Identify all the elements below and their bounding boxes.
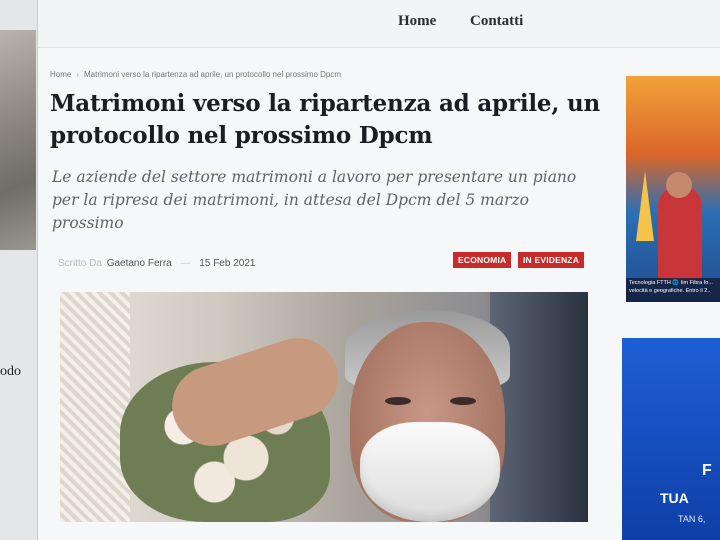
top-navigation: Home Contatti [38, 0, 720, 48]
background-window: odo [0, 0, 38, 540]
background-window-image [0, 30, 36, 250]
ad2-text-3: TAN 6, [678, 514, 706, 524]
sidebar-ad-blue[interactable]: F TUA TAN 6, [622, 338, 720, 540]
article-title: Matrimoni verso la ripartenza ad aprile,… [50, 90, 601, 149]
article-subtitle: Le aziende del settore matrimoni a lavor… [52, 168, 577, 232]
meta-separator: — [180, 258, 191, 269]
face-mask-graphic [360, 422, 500, 522]
screen: odo Home Contatti Home › Matrimoni verso l… [0, 0, 720, 540]
article-meta: Scritto Da Gaetano Ferra — 15 Feb 2021 [58, 258, 255, 269]
nav-home-link[interactable]: Home [398, 13, 436, 30]
breadcrumb-home[interactable]: Home [50, 70, 71, 79]
breadcrumb-current: Matrimoni verso la ripartenza ad aprile,… [84, 70, 342, 79]
author-link[interactable]: Gaetano Ferra [107, 258, 172, 269]
background-window-text: odo [0, 364, 21, 379]
publish-date: 15 Feb 2021 [199, 258, 256, 269]
breadcrumb: Home › Matrimoni verso la ripartenza ad ap… [50, 70, 341, 79]
article-page: Home Contatti Home › Matrimoni verso la ri… [38, 0, 720, 540]
tag-economia[interactable]: ECONOMIA [453, 252, 512, 268]
ad2-text-2: TUA [660, 490, 689, 506]
nav-contatti-link[interactable]: Contatti [470, 13, 523, 30]
tag-in-evidenza[interactable]: IN EVIDENZA [518, 252, 585, 268]
ad-caption: Tecnologia FTTH 🌐 tim Fibra fo... veloci… [626, 278, 720, 302]
byline-prefix: Scritto Da [58, 258, 102, 269]
sidebar-ad-tim[interactable]: Tecnologia FTTH 🌐 tim Fibra fo... veloci… [626, 76, 720, 302]
hero-image [60, 292, 588, 522]
breadcrumb-separator: › [76, 70, 80, 79]
ad2-text-1: F [702, 462, 712, 479]
